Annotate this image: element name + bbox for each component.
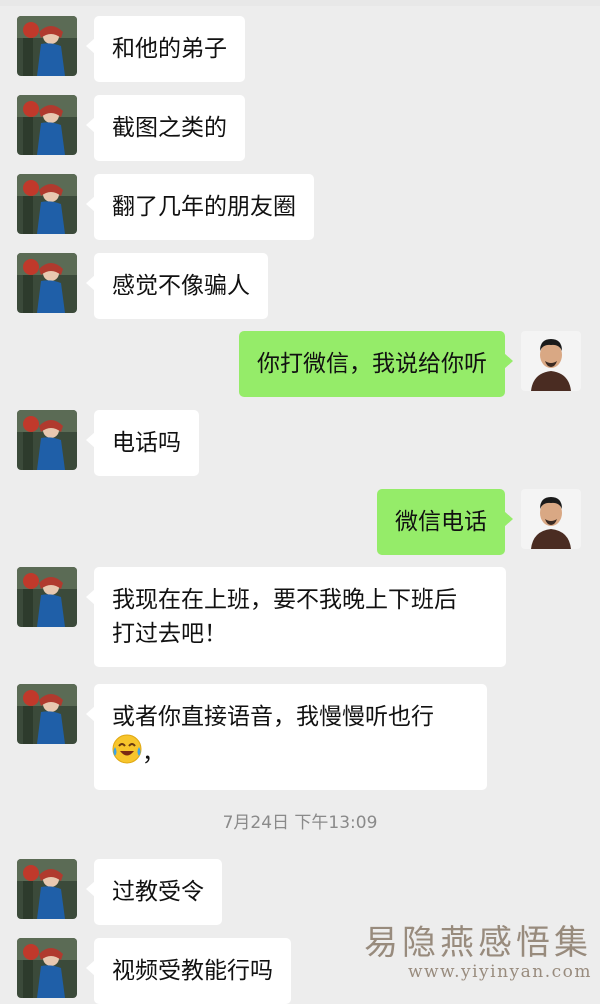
user-avatar[interactable]	[521, 331, 581, 391]
contact-avatar[interactable]	[17, 938, 77, 998]
message-bubble[interactable]: 过教受令	[86, 859, 222, 925]
contact-avatar[interactable]	[17, 95, 77, 155]
user-avatar[interactable]	[521, 489, 581, 549]
message-bubble[interactable]: 电话吗	[86, 410, 199, 476]
message-text: 微信电话	[395, 509, 487, 535]
message-bubble[interactable]: 视频受教能行吗	[86, 938, 291, 1004]
face-with-tears-of-joy-icon	[112, 734, 142, 774]
watermark-url: www.yiyinyan.com	[407, 962, 592, 982]
message-text: 你打微信，我说给你听	[257, 351, 487, 377]
message-bubble[interactable]: 截图之类的	[86, 95, 245, 161]
chat-timestamp: 7月24日 下午13:09	[222, 813, 378, 833]
message-text-line: 打过去吧！	[112, 621, 227, 647]
message-bubble[interactable]: 和他的弟子	[86, 16, 245, 82]
watermark-title: 易隐燕感悟集	[364, 923, 592, 963]
message-bubble[interactable]: 我现在在上班，要不我晚上下班后 打过去吧！	[86, 567, 506, 667]
contact-avatar[interactable]	[17, 253, 77, 313]
watermark: 易隐燕感悟集 www.yiyinyan.com	[364, 924, 592, 982]
message-bubble[interactable]: 翻了几年的朋友圈	[86, 174, 314, 240]
message-bubble[interactable]: 微信电话	[377, 489, 513, 555]
message-text-line: ，	[112, 734, 469, 774]
message-text: 翻了几年的朋友圈	[112, 194, 296, 220]
contact-avatar[interactable]	[17, 410, 77, 470]
message-text: 截图之类的	[112, 115, 227, 141]
contact-avatar[interactable]	[17, 567, 77, 627]
contact-avatar[interactable]	[17, 684, 77, 744]
message-bubble[interactable]: 或者你直接语音，我慢慢听也行 ，	[86, 684, 487, 790]
message-text: 和他的弟子	[112, 36, 227, 62]
contact-avatar[interactable]	[17, 174, 77, 234]
message-text: 过教受令	[112, 879, 204, 905]
message-bubble[interactable]: 感觉不像骗人	[86, 253, 268, 319]
message-bubble[interactable]: 你打微信，我说给你听	[239, 331, 513, 397]
top-divider	[0, 0, 600, 6]
contact-avatar[interactable]	[17, 859, 77, 919]
message-text-suffix: ，	[142, 740, 165, 767]
message-text-line: 我现在在上班，要不我晚上下班后	[112, 587, 457, 613]
message-text-line: 或者你直接语音，我慢慢听也行	[112, 704, 434, 730]
message-text: 电话吗	[112, 430, 181, 456]
message-text: 视频受教能行吗	[112, 958, 273, 984]
message-text: 感觉不像骗人	[112, 273, 250, 299]
contact-avatar[interactable]	[17, 16, 77, 76]
